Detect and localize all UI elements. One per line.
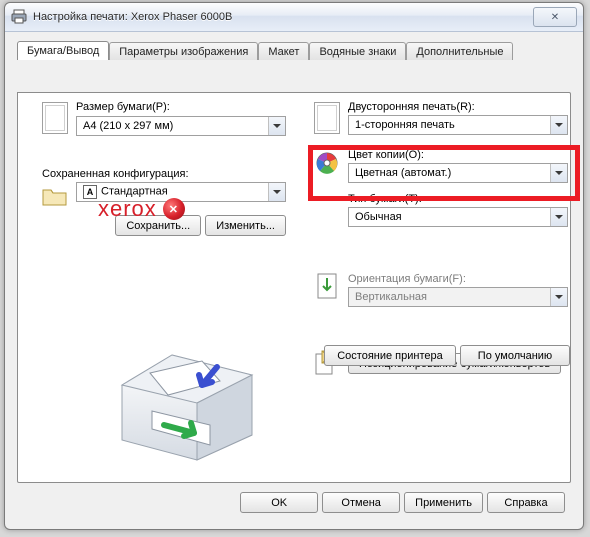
chevron-down-icon <box>550 116 567 134</box>
window-title: Настройка печати: Xerox Phaser 6000B <box>33 11 533 23</box>
tab-image-params[interactable]: Параметры изображения <box>109 42 258 60</box>
titlebar: Настройка печати: Xerox Phaser 6000B ✕ <box>5 3 583 32</box>
printer-state-button[interactable]: Состояние принтера <box>324 345 456 366</box>
chevron-down-icon <box>550 164 567 182</box>
close-button[interactable]: ✕ <box>533 7 577 27</box>
ok-button[interactable]: OK <box>240 492 318 513</box>
edit-config-button[interactable]: Изменить... <box>205 215 286 236</box>
client-area: Бумага/Вывод Параметры изображения Макет… <box>11 37 577 523</box>
color-wheel-icon <box>314 150 340 176</box>
left-column: Размер бумаги(P): A4 (210 x 297 мм) Сохр… <box>42 101 292 236</box>
tabstrip: Бумага/Вывод Параметры изображения Макет… <box>11 37 577 59</box>
tabpage-paper-output: Размер бумаги(P): A4 (210 x 297 мм) Сохр… <box>17 92 571 483</box>
help-button[interactable]: Справка <box>487 492 565 513</box>
tab-paper-output[interactable]: Бумага/Вывод <box>17 41 109 60</box>
orientation-label: Ориентация бумаги(F): <box>348 273 574 285</box>
dialog-window: Настройка печати: Xerox Phaser 6000B ✕ Б… <box>4 2 584 530</box>
chevron-down-icon <box>268 117 285 135</box>
paper-size-combo[interactable]: A4 (210 x 297 мм) <box>76 116 286 136</box>
brand-ball-icon <box>163 198 185 220</box>
folder-icon <box>42 183 68 209</box>
tab-advanced[interactable]: Дополнительные <box>406 42 513 60</box>
duplex-label: Двусторонняя печать(R): <box>348 101 574 113</box>
orientation-icon <box>314 274 340 300</box>
color-combo[interactable]: Цветная (автомат.) <box>348 163 568 183</box>
duplex-icon <box>314 102 340 134</box>
tab-watermarks[interactable]: Водяные знаки <box>309 42 406 60</box>
color-value: Цветная (автомат.) <box>349 167 550 179</box>
printer-illustration <box>102 325 272 465</box>
paper-size-value: A4 (210 x 297 мм) <box>77 120 268 132</box>
dialog-footer-buttons: OK Отмена Применить Справка <box>240 492 565 513</box>
paper-size-label: Размер бумаги(P): <box>76 101 292 113</box>
apply-button[interactable]: Применить <box>404 492 483 513</box>
paper-type-value: Обычная <box>349 211 550 223</box>
saved-config-label: Сохраненная конфигурация: <box>42 168 292 180</box>
chevron-down-icon <box>268 183 285 201</box>
paper-size-icon <box>42 102 68 134</box>
right-column: Двусторонняя печать(R): 1-сторонняя печа… <box>314 101 574 376</box>
orientation-value: Вертикальная <box>349 291 550 303</box>
paper-type-label: Тип бумаги(T): <box>348 193 574 205</box>
printer-icon <box>11 9 27 25</box>
brand-text: xerox <box>98 196 157 222</box>
letter-a-icon: A <box>83 185 97 199</box>
close-icon: ✕ <box>551 12 559 23</box>
color-label: Цвет копии(O): <box>348 149 574 161</box>
chevron-down-icon <box>550 288 567 306</box>
paper-type-combo[interactable]: Обычная <box>348 207 568 227</box>
defaults-button[interactable]: По умолчанию <box>460 345 570 366</box>
orientation-combo: Вертикальная <box>348 287 568 307</box>
chevron-down-icon <box>550 208 567 226</box>
duplex-value: 1-сторонняя печать <box>349 119 550 131</box>
cancel-button[interactable]: Отмена <box>322 492 400 513</box>
duplex-combo[interactable]: 1-сторонняя печать <box>348 115 568 135</box>
tab-layout[interactable]: Макет <box>258 42 309 60</box>
brand-logo: xerox <box>98 196 185 222</box>
